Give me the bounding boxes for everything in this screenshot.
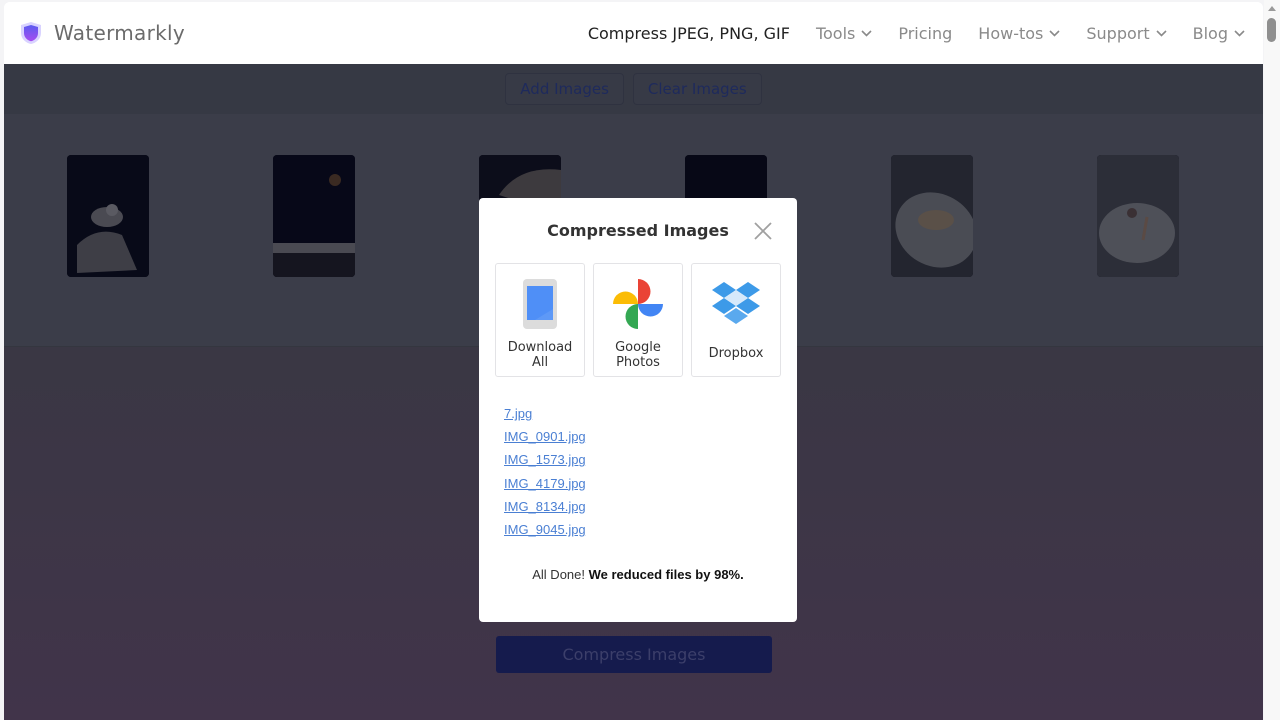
vertical-scrollbar[interactable] [1264,0,1280,720]
file-link[interactable]: IMG_1573.jpg [504,448,586,471]
nav-tools-label: Tools [815,23,856,43]
status-reduction: We reduced files by 98%. [588,567,744,582]
chevron-down-icon [1234,29,1245,37]
google-photos-button[interactable]: Google Photos [593,263,683,377]
shield-logo-icon [21,22,41,44]
dropbox-button[interactable]: Dropbox [691,263,781,377]
nav-tools[interactable]: Tools [816,24,872,43]
nav-blog-label: Blog [1192,23,1228,43]
compressed-images-modal: Compressed Images Download All Google Ph… [479,198,797,622]
download-all-button[interactable]: Download All [495,263,585,377]
browser-page: Watermarkly Compress JPEG, PNG, GIF Tool… [4,2,1263,720]
thumbnail-image [273,155,355,277]
brand-name: Watermarkly [54,21,186,45]
nav-support-label: Support [1086,23,1150,43]
nav-pricing[interactable]: Pricing [898,24,952,43]
export-options: Download All Google Photos Dropbox [495,263,781,377]
nav-blog[interactable]: Blog [1193,24,1245,43]
close-icon[interactable] [754,222,772,240]
dropbox-label: Dropbox [709,346,764,361]
brand-logo[interactable]: Watermarkly [20,21,185,45]
main-nav: Compress JPEG, PNG, GIF Tools Pricing Ho… [562,2,1245,64]
device-download-icon [523,279,557,329]
add-images-button[interactable]: Add Images [505,73,624,105]
dropbox-icon [712,282,760,324]
file-link[interactable]: IMG_9045.jpg [504,518,586,541]
clear-images-button[interactable]: Clear Images [632,73,762,105]
nav-howtos[interactable]: How-tos [978,24,1060,43]
nav-pricing-label: Pricing [898,23,953,43]
thumbnail-image [891,155,973,277]
status-prefix: All Done! [532,567,589,582]
scroll-up-arrow-icon[interactable] [1268,6,1276,11]
thumbnail-image [1097,155,1179,277]
compressed-file-list: 7.jpg IMG_0901.jpg IMG_1573.jpg IMG_4179… [504,402,586,541]
google-photos-label: Google Photos [615,340,661,370]
file-link[interactable]: IMG_4179.jpg [504,472,586,495]
image-thumbnail[interactable] [273,155,355,277]
image-toolbar: Add Images Clear Images [4,64,1263,114]
chevron-down-icon [861,29,872,37]
file-link[interactable]: 7.jpg [504,402,586,425]
modal-title: Compressed Images [547,221,729,240]
site-header: Watermarkly Compress JPEG, PNG, GIF Tool… [4,2,1263,64]
scrollbar-thumb[interactable] [1267,18,1276,42]
completion-status: All Done! We reduced files by 98%. [479,567,797,582]
image-thumbnail[interactable] [67,155,149,277]
compress-images-button[interactable]: Compress Images [496,636,772,673]
nav-support[interactable]: Support [1086,23,1167,43]
thumbnail-image [67,155,149,277]
nav-compress[interactable]: Compress JPEG, PNG, GIF [588,24,790,43]
image-thumbnail[interactable] [891,155,973,277]
nav-howtos-label: How-tos [978,23,1044,43]
label-line: All [531,355,549,370]
label-line: Google [615,340,661,355]
file-link[interactable]: IMG_8134.jpg [504,495,586,518]
label-line: Dropbox [708,346,764,361]
chevron-down-icon [1049,29,1060,37]
file-link[interactable]: IMG_0901.jpg [504,425,586,448]
google-photos-icon [613,279,663,329]
nav-compress-label: Compress JPEG, PNG, GIF [587,23,790,43]
chevron-down-icon [1156,29,1167,37]
image-thumbnail[interactable] [1097,155,1179,277]
download-all-label: Download All [508,340,573,370]
label-line: Download [507,340,573,355]
label-line: Photos [616,355,660,370]
